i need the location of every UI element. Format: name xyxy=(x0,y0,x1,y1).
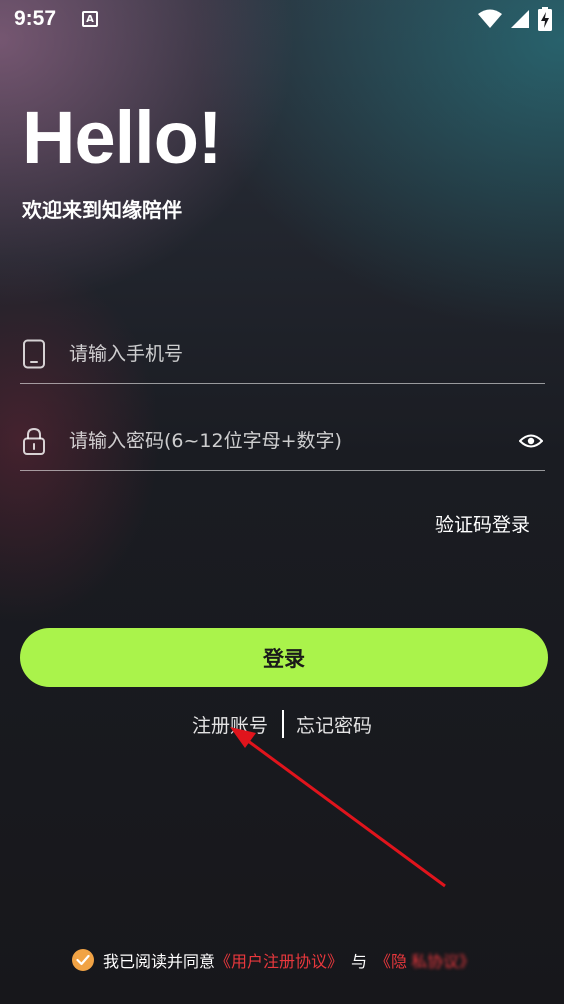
check-icon xyxy=(76,954,90,966)
phone-input[interactable] xyxy=(69,342,545,365)
user-agreement-link[interactable]: 《用户注册协议》 xyxy=(215,948,343,972)
login-button[interactable]: 登录 xyxy=(20,628,548,687)
agreement-row: 我已阅读并同意 《用户注册协议》 与 《隐 私协议》 xyxy=(72,946,475,974)
page-title: Hello! xyxy=(22,96,223,179)
eye-icon[interactable] xyxy=(517,427,545,455)
forgot-password-link[interactable]: 忘记密码 xyxy=(296,711,372,738)
account-links: 注册账号 忘记密码 xyxy=(0,708,564,740)
signal-icon xyxy=(511,10,529,28)
agreement-prefix: 我已阅读并同意 xyxy=(103,952,216,971)
password-field xyxy=(20,411,545,471)
phone-field xyxy=(20,324,545,384)
password-input[interactable] xyxy=(69,429,517,452)
phone-icon xyxy=(20,338,48,370)
status-icons xyxy=(478,7,552,31)
battery-charging-icon xyxy=(538,7,552,31)
links-divider xyxy=(282,710,284,738)
notification-a-icon: A xyxy=(82,11,99,27)
privacy-policy-link[interactable]: 《隐 xyxy=(375,948,407,972)
privacy-policy-obscured: 私协议》 xyxy=(411,952,476,971)
agree-checkbox[interactable] xyxy=(72,949,94,971)
agreement-and: 与 xyxy=(351,952,368,971)
status-time: 9:57 xyxy=(14,7,57,30)
sms-code-login-link[interactable]: 验证码登录 xyxy=(435,510,530,537)
register-link[interactable]: 注册账号 xyxy=(192,711,268,738)
wifi-icon xyxy=(478,9,502,28)
lock-icon xyxy=(20,425,48,457)
status-bar: 9:57 A xyxy=(0,0,564,38)
welcome-subtitle: 欢迎来到知缘陪伴 xyxy=(22,198,182,222)
